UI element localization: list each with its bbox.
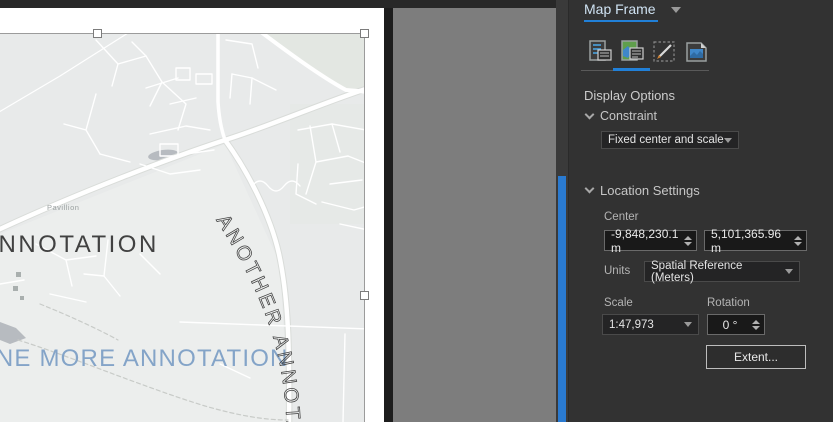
pane-title-underline	[584, 20, 658, 22]
tab-display-options[interactable]	[619, 38, 646, 65]
selection-handle-right-middle[interactable]	[360, 291, 369, 300]
center-x-value: -9,848,230.1 m	[611, 226, 679, 255]
options-icon	[589, 40, 612, 61]
scale-dropdown-value: 1:47,973	[609, 318, 654, 331]
map-frame[interactable]: Pavillion ANNOTATION ONE MORE ANNOTATION…	[0, 34, 364, 422]
map-frame-border-top	[0, 33, 366, 34]
pane-scrollbar[interactable]	[558, 176, 566, 422]
selection-handle-top-center[interactable]	[93, 29, 102, 38]
tab-display[interactable]	[651, 38, 678, 65]
place-label: Pavillion	[47, 203, 79, 212]
constraint-section-label[interactable]: Constraint	[600, 109, 657, 123]
annotation-dark: ANNOTATION	[0, 231, 159, 258]
map-frame-border-right	[364, 33, 365, 422]
chevron-down-icon	[684, 322, 692, 327]
center-y-spinner[interactable]	[794, 235, 802, 246]
paintbrush-icon	[653, 41, 675, 62]
center-x-spinner[interactable]	[684, 235, 692, 246]
constraint-dropdown-value: Fixed center and scale	[608, 134, 724, 146]
chevron-down-icon	[724, 137, 732, 143]
extent-button[interactable]: Extent...	[706, 345, 806, 369]
placement-icon	[686, 42, 707, 62]
scale-dropdown[interactable]: 1:47,973	[602, 314, 699, 335]
tab-placement[interactable]	[683, 38, 710, 65]
format-map-frame-pane: Map Frame Display Options Constraint Fix…	[568, 0, 833, 422]
page-border	[384, 8, 393, 422]
tab-options[interactable]	[587, 38, 614, 65]
center-x-input[interactable]: -9,848,230.1 m	[604, 227, 697, 255]
center-label: Center	[604, 211, 639, 223]
units-label: Units	[604, 265, 631, 277]
pane-tab-strip	[569, 38, 833, 72]
constraint-expander-icon[interactable]	[584, 109, 595, 120]
constraint-dropdown[interactable]: Fixed center and scale	[601, 131, 739, 149]
pane-title[interactable]: Map Frame	[584, 1, 656, 17]
display-options-icon	[621, 40, 644, 61]
app-window: Pavillion ANNOTATION ONE MORE ANNOTATION…	[0, 0, 833, 422]
units-dropdown[interactable]: Spatial Reference (Meters)	[644, 259, 800, 284]
rotation-value: 0 °	[722, 317, 738, 332]
units-dropdown-value: Spatial Reference (Meters)	[651, 259, 743, 284]
center-y-input[interactable]: 5,101,365.96 m	[704, 227, 807, 255]
basemap: Pavillion ANNOTATION ONE MORE ANNOTATION…	[0, 34, 364, 422]
rotation-input[interactable]: 0 °	[707, 314, 765, 335]
location-settings-label[interactable]: Location Settings	[600, 183, 700, 198]
layout-view: Pavillion ANNOTATION ONE MORE ANNOTATION…	[0, 0, 556, 422]
location-settings-expander-icon[interactable]	[584, 183, 595, 194]
scale-label: Scale	[604, 297, 633, 309]
center-y-value: 5,101,365.96 m	[711, 226, 782, 255]
rotation-label: Rotation	[707, 297, 750, 309]
view-top-edge	[0, 0, 556, 8]
pane-title-dropdown-icon[interactable]	[671, 7, 681, 13]
chevron-down-icon	[785, 269, 793, 274]
selection-handle-top-right[interactable]	[360, 29, 369, 38]
annotation-blue: ONE MORE ANNOTATION	[0, 345, 289, 372]
rotation-spinner[interactable]	[752, 319, 760, 330]
display-options-heading: Display Options	[584, 88, 676, 103]
tab-active-indicator	[613, 68, 650, 71]
